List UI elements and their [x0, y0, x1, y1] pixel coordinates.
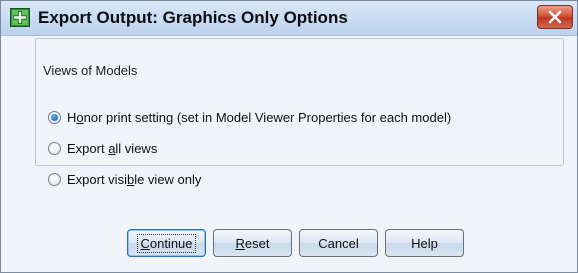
reset-button[interactable]: Reset	[213, 229, 292, 257]
group-legend: Views of Models	[40, 63, 141, 78]
radio-button-selected[interactable]	[48, 110, 61, 124]
radio-export-all-views[interactable]: Export all views	[48, 139, 157, 157]
radio-button[interactable]	[48, 172, 61, 186]
cancel-button[interactable]: Cancel	[299, 229, 378, 257]
close-x-icon	[548, 10, 562, 24]
continue-button[interactable]: Continue	[127, 229, 206, 257]
radio-honor-print-setting[interactable]: Honor print setting (set in Model Viewer…	[48, 108, 451, 126]
spss-green-plus-icon	[10, 8, 30, 27]
radio-button[interactable]	[48, 141, 61, 155]
radio-export-visible-view-only[interactable]: Export visible view only	[48, 170, 201, 188]
radio-label: Honor print setting (set in Model Viewer…	[67, 109, 452, 125]
title-bar[interactable]: Export Output: Graphics Only Options	[1, 1, 577, 36]
dialog-title: Export Output: Graphics Only Options	[38, 8, 348, 27]
radio-label: Export all views	[67, 140, 158, 156]
help-button[interactable]: Help	[385, 229, 464, 257]
close-button[interactable]	[537, 5, 573, 29]
radio-label: Export visible view only	[67, 171, 202, 187]
